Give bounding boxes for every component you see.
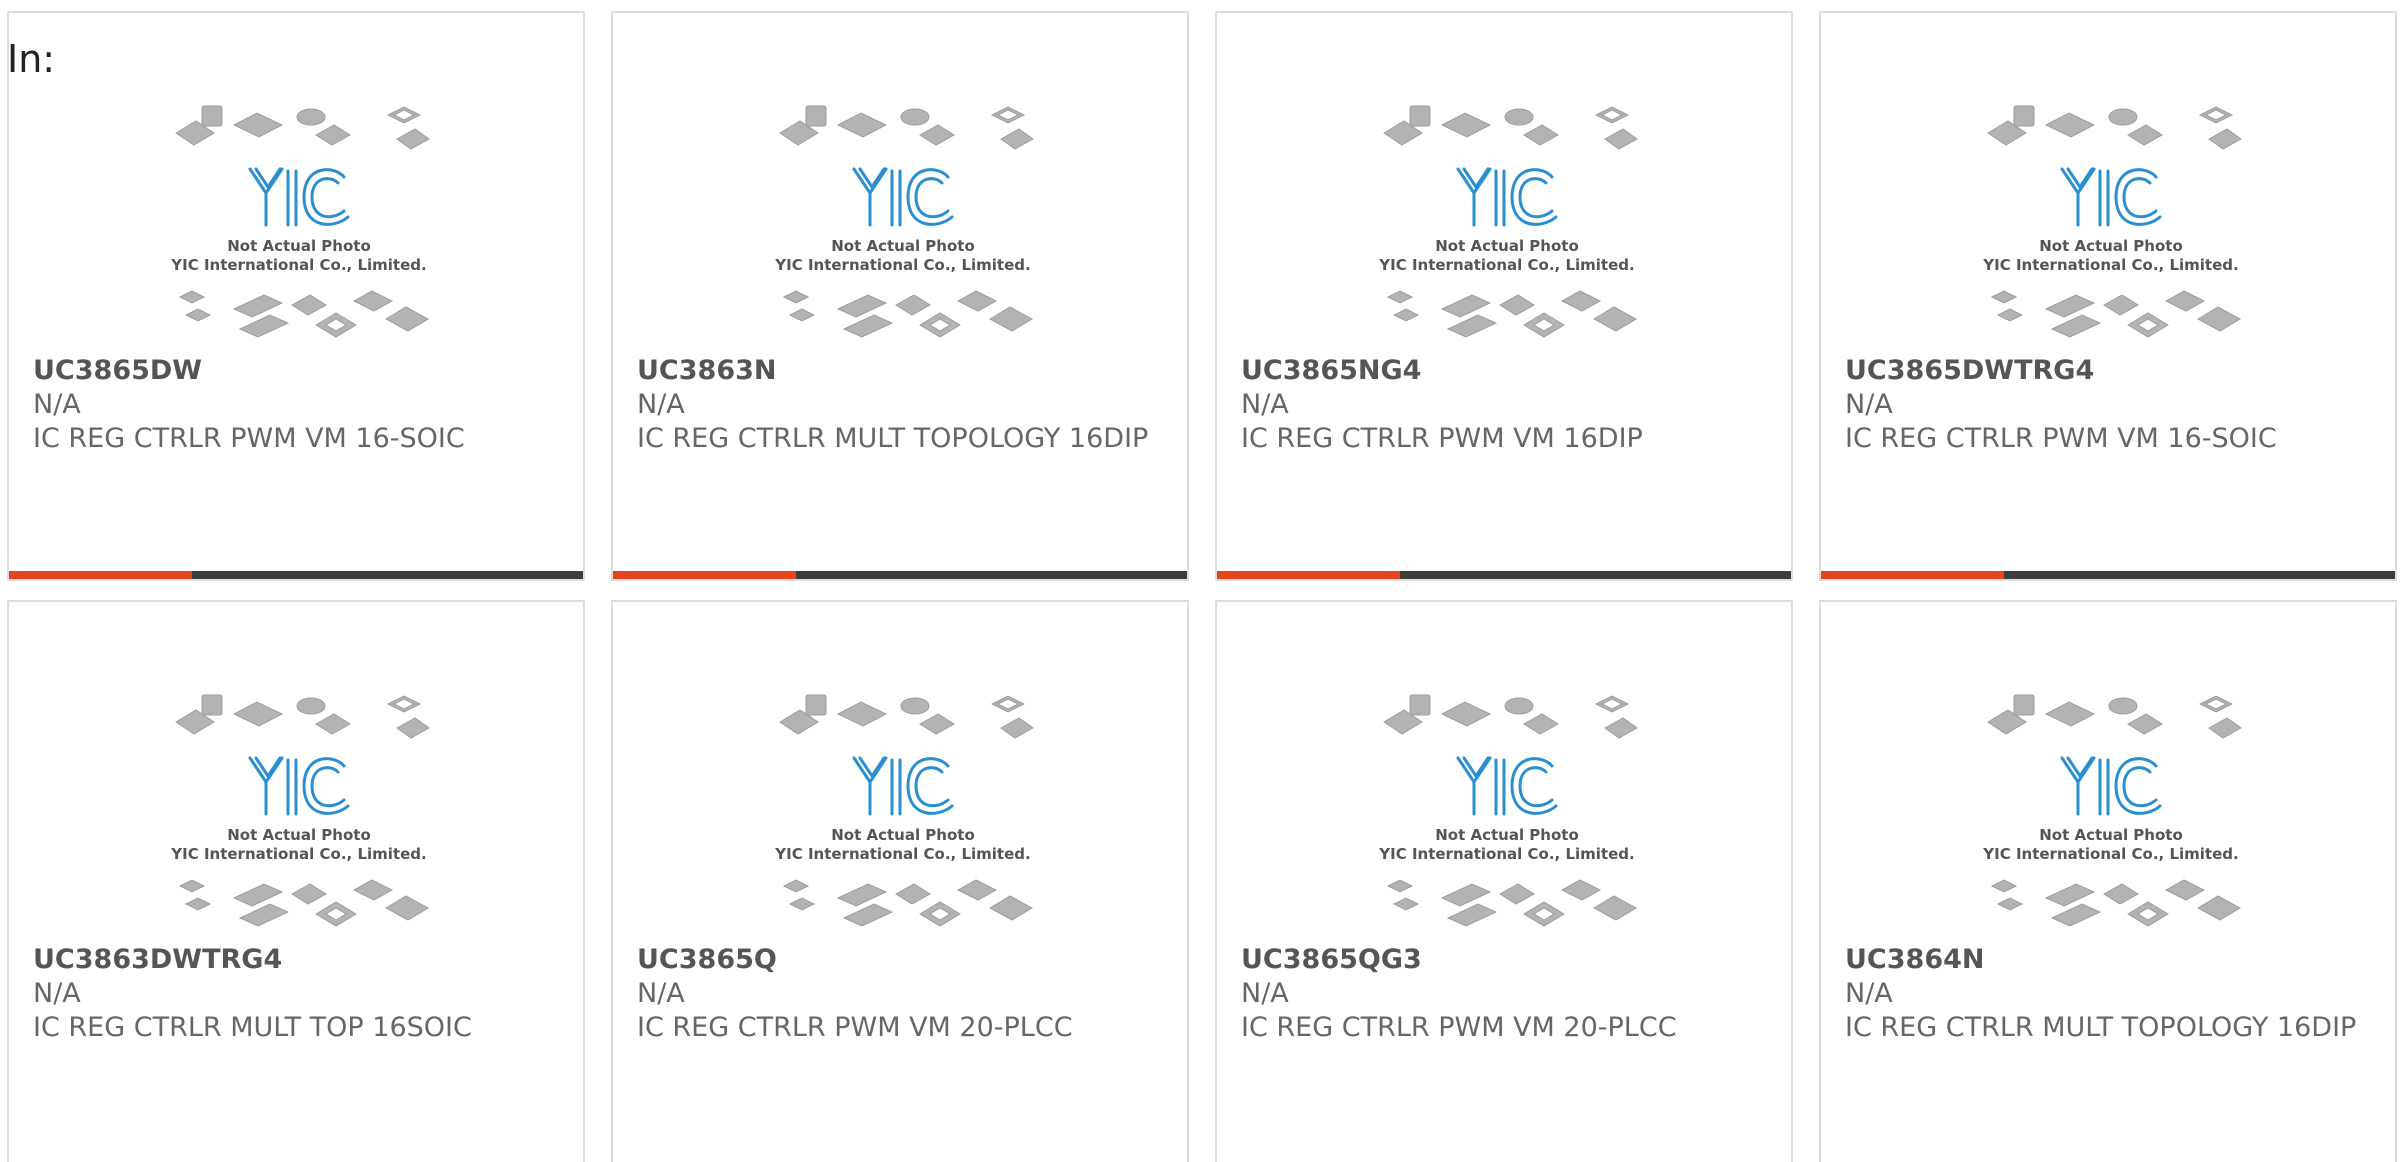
part-number-link[interactable]: UC3864N [1845,943,2371,977]
card-accent-bar [9,571,192,579]
product-info: UC3863N N/A IC REG CTRLR MULT TOPOLOGY 1… [637,354,1163,456]
product-description: IC REG CTRLR PWM VM 20-PLCC [1241,1012,1677,1043]
svg-text:Not Actual Photo: Not Actual Photo [1435,826,1579,844]
product-card[interactable]: Not Actual Photo YIC International Co., … [7,11,585,581]
card-accent-bar [613,571,796,579]
product-card[interactable]: Not Actual Photo YIC International Co., … [611,600,1189,1162]
manufacturer-label: N/A [1241,978,1289,1009]
product-image-placeholder: Not Actual Photo YIC International Co., … [164,101,434,351]
svg-text:Not Actual Photo: Not Actual Photo [227,826,371,844]
product-card[interactable]: Not Actual Photo YIC International Co., … [7,600,585,1162]
svg-text:Not Actual Photo: Not Actual Photo [2039,826,2183,844]
product-card[interactable]: Not Actual Photo YIC International Co., … [1819,11,2397,581]
product-image-placeholder: Not Actual Photo YIC International Co., … [1372,690,1642,940]
product-description: IC REG CTRLR MULT TOPOLOGY 16DIP [1845,1012,2357,1043]
svg-text:YIC International Co., Limited: YIC International Co., Limited. [1378,845,1634,863]
card-accent-bar [1821,571,2004,579]
product-description: IC REG CTRLR PWM VM 16-SOIC [33,423,465,454]
product-info: UC3865DWTRG4 N/A IC REG CTRLR PWM VM 16-… [1845,354,2371,456]
product-info: UC3865NG4 N/A IC REG CTRLR PWM VM 16DIP [1241,354,1767,456]
product-info: UC3863DWTRG4 N/A IC REG CTRLR MULT TOP 1… [33,943,559,1045]
manufacturer-label: N/A [33,389,81,420]
part-number-link[interactable]: UC3863N [637,354,1163,388]
svg-text:Not Actual Photo: Not Actual Photo [227,237,371,255]
manufacturer-label: N/A [637,978,685,1009]
product-image-placeholder: Not Actual Photo YIC International Co., … [768,101,1038,351]
part-number-link[interactable]: UC3865DWTRG4 [1845,354,2371,388]
svg-text:Not Actual Photo: Not Actual Photo [831,826,975,844]
manufacturer-label: N/A [637,389,685,420]
product-info: UC3865Q N/A IC REG CTRLR PWM VM 20-PLCC [637,943,1163,1045]
product-card[interactable]: Not Actual Photo YIC International Co., … [1215,11,1793,581]
svg-text:YIC International Co., Limited: YIC International Co., Limited. [774,256,1030,274]
product-card[interactable]: Not Actual Photo YIC International Co., … [611,11,1189,581]
part-number-link[interactable]: UC3863DWTRG4 [33,943,559,977]
product-image-placeholder: Not Actual Photo YIC International Co., … [1372,101,1642,351]
svg-text:YIC International Co., Limited: YIC International Co., Limited. [1982,256,2238,274]
product-description: IC REG CTRLR PWM VM 16DIP [1241,423,1643,454]
svg-text:YIC International Co., Limited: YIC International Co., Limited. [170,256,426,274]
svg-text:Not Actual Photo: Not Actual Photo [2039,237,2183,255]
card-bottom-bar [1821,571,2395,579]
product-description: IC REG CTRLR PWM VM 20-PLCC [637,1012,1073,1043]
card-bottom-bar [9,571,583,579]
product-card[interactable]: Not Actual Photo YIC International Co., … [1215,600,1793,1162]
product-image-placeholder: Not Actual Photo YIC International Co., … [1976,690,2246,940]
manufacturer-label: N/A [1845,389,1893,420]
part-number-link[interactable]: UC3865QG3 [1241,943,1767,977]
part-number-link[interactable]: UC3865NG4 [1241,354,1767,388]
product-description: IC REG CTRLR MULT TOPOLOGY 16DIP [637,423,1149,454]
product-info: UC3865QG3 N/A IC REG CTRLR PWM VM 20-PLC… [1241,943,1767,1045]
product-grid-page: In: Not Actual Photo YIC International C… [0,0,2400,1162]
product-description: IC REG CTRLR PWM VM 16-SOIC [1845,423,2277,454]
part-number-link[interactable]: UC3865DW [33,354,559,388]
product-card[interactable]: Not Actual Photo YIC International Co., … [1819,600,2397,1162]
product-image-placeholder: Not Actual Photo YIC International Co., … [164,690,434,940]
svg-text:Not Actual Photo: Not Actual Photo [1435,237,1579,255]
part-number-link[interactable]: UC3865Q [637,943,1163,977]
product-image-placeholder: Not Actual Photo YIC International Co., … [1976,101,2246,351]
card-bottom-bar [613,571,1187,579]
product-description: IC REG CTRLR MULT TOP 16SOIC [33,1012,472,1043]
svg-text:YIC International Co., Limited: YIC International Co., Limited. [170,845,426,863]
svg-text:YIC International Co., Limited: YIC International Co., Limited. [774,845,1030,863]
card-bottom-bar [1217,571,1791,579]
product-image-placeholder: Not Actual Photo YIC International Co., … [768,690,1038,940]
in-filter-label: In: [7,37,56,81]
product-info: UC3864N N/A IC REG CTRLR MULT TOPOLOGY 1… [1845,943,2371,1045]
svg-text:Not Actual Photo: Not Actual Photo [831,237,975,255]
manufacturer-label: N/A [1845,978,1893,1009]
svg-text:YIC International Co., Limited: YIC International Co., Limited. [1378,256,1634,274]
manufacturer-label: N/A [1241,389,1289,420]
product-info: UC3865DW N/A IC REG CTRLR PWM VM 16-SOIC [33,354,559,456]
svg-text:YIC International Co., Limited: YIC International Co., Limited. [1982,845,2238,863]
card-accent-bar [1217,571,1400,579]
manufacturer-label: N/A [33,978,81,1009]
